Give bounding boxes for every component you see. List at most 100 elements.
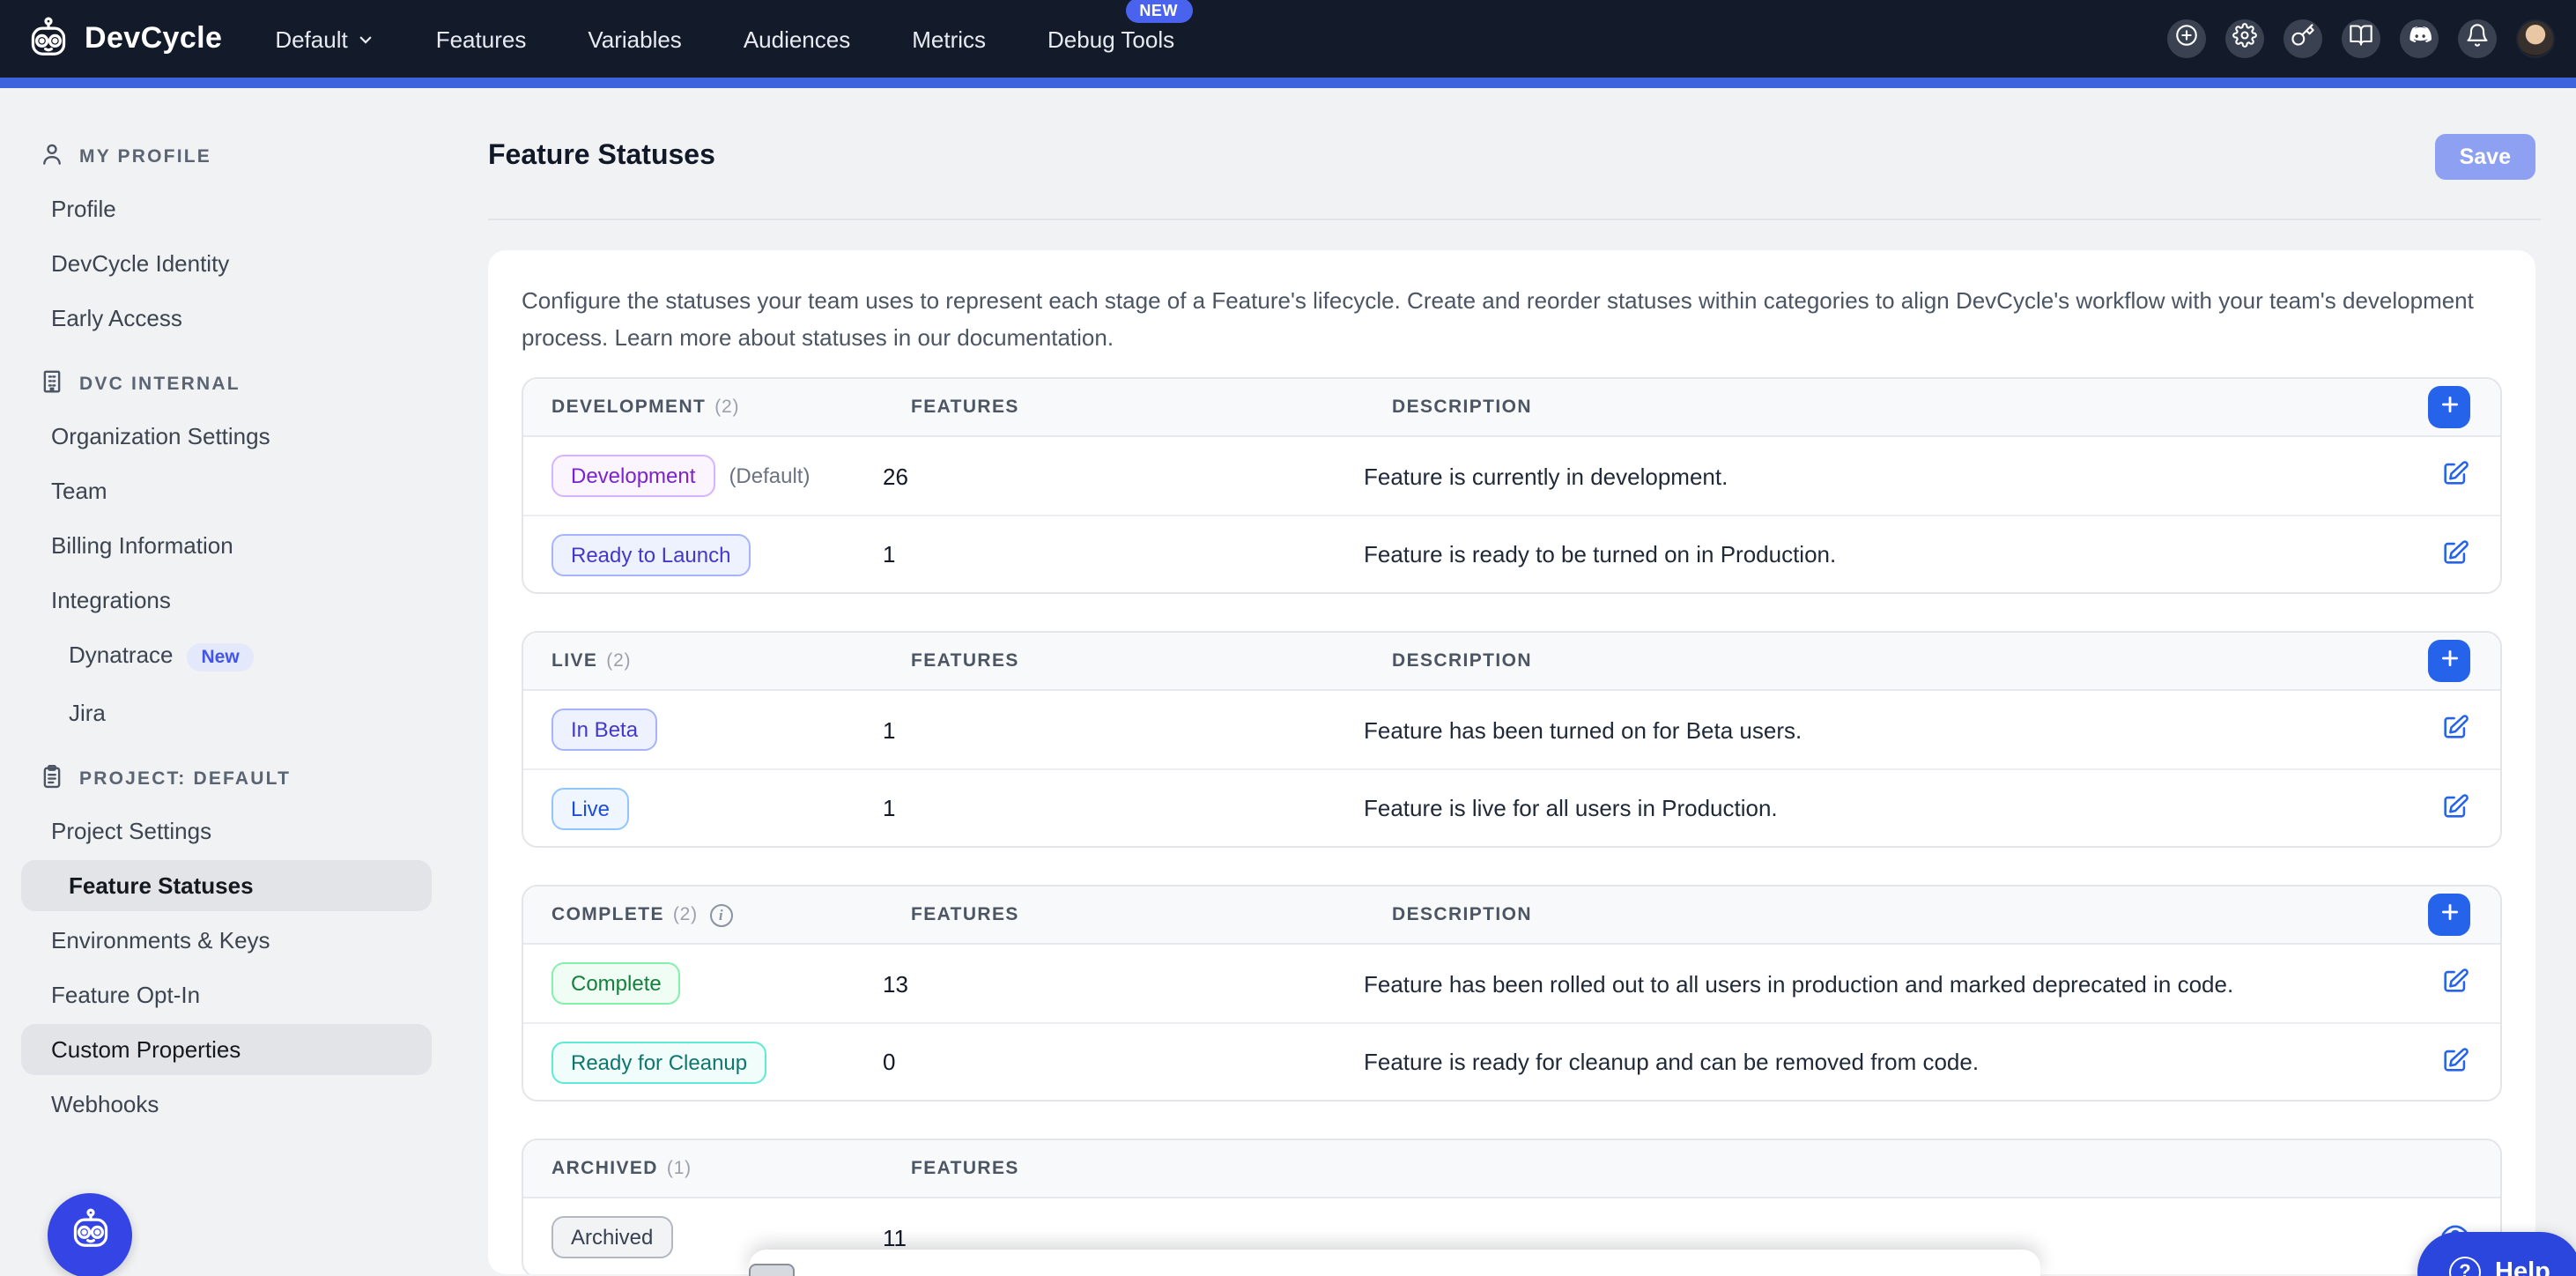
new-badge: NEW bbox=[1125, 0, 1192, 22]
status-description: Feature is live for all users in Product… bbox=[1364, 795, 2391, 821]
nav-org-switcher[interactable]: Default bbox=[275, 26, 374, 52]
table-header-row: COMPLETE(2) i FEATURES DESCRIPTION bbox=[523, 887, 2500, 945]
create-button[interactable] bbox=[2167, 19, 2206, 58]
feature-count: 1 bbox=[883, 795, 1364, 821]
nav-debug-tools[interactable]: Debug Tools NEW bbox=[1047, 26, 1174, 52]
description-column-header: DESCRIPTION bbox=[1364, 397, 2391, 418]
status-row: Development (Default) 26 Feature is curr… bbox=[523, 437, 2500, 515]
status-description: Feature is ready for cleanup and can be … bbox=[1364, 1049, 2391, 1075]
sidebar-item-team[interactable]: Team bbox=[21, 465, 432, 516]
plus-icon bbox=[2438, 901, 2461, 929]
intro-text: Configure the statuses your team uses to… bbox=[522, 282, 2502, 356]
feature-count: 11 bbox=[883, 1224, 1364, 1250]
status-description: Feature has been rolled out to all users… bbox=[1364, 970, 2391, 997]
documentation-button[interactable] bbox=[2342, 19, 2380, 58]
edit-status-button[interactable] bbox=[2440, 537, 2470, 572]
chevron-down-icon bbox=[359, 26, 374, 52]
bottom-panel-handle[interactable] bbox=[749, 1264, 795, 1276]
question-mark-icon: ? bbox=[2449, 1257, 2481, 1276]
default-label: (Default) bbox=[729, 464, 810, 488]
sidebar-section-dvc-internal: DVC INTERNAL Organization Settings Team … bbox=[0, 368, 449, 738]
main-content: Feature Statuses Save Configure the stat… bbox=[449, 88, 2576, 1276]
edit-status-button[interactable] bbox=[2440, 1044, 2470, 1079]
devcycle-logo[interactable]: DevCycle bbox=[25, 15, 222, 63]
feature-count: 0 bbox=[883, 1049, 1364, 1075]
feature-count: 13 bbox=[883, 970, 1364, 997]
plus-icon bbox=[2438, 647, 2461, 675]
settings-sidebar: MY PROFILE Profile DevCycle Identity Ear… bbox=[0, 88, 449, 1276]
nav-metrics[interactable]: Metrics bbox=[912, 26, 986, 52]
status-row: Ready to Launch 1 Feature is ready to be… bbox=[523, 515, 2500, 592]
status-row: Complete 13 Feature has been rolled out … bbox=[523, 945, 2500, 1022]
edit-status-button[interactable] bbox=[2440, 458, 2470, 493]
plus-circle-icon bbox=[2174, 22, 2199, 56]
sidebar-item-dynatrace[interactable]: DynatraceNew bbox=[21, 629, 432, 684]
gear-icon bbox=[2232, 22, 2257, 56]
feature-statuses-card: Configure the statuses your team uses to… bbox=[488, 250, 2535, 1274]
sidebar-item-profile[interactable]: Profile bbox=[21, 183, 432, 234]
edit-status-button[interactable] bbox=[2440, 712, 2470, 747]
feature-count: 26 bbox=[883, 463, 1364, 489]
sidebar-item-integrations[interactable]: Integrations bbox=[21, 575, 432, 626]
sidebar-item-feature-statuses[interactable]: Feature Statuses bbox=[21, 860, 432, 911]
feature-count: 1 bbox=[883, 716, 1364, 743]
key-icon bbox=[2291, 22, 2315, 56]
category-header: ARCHIVED(1) bbox=[523, 1158, 883, 1179]
edit-pencil-icon bbox=[2440, 712, 2470, 747]
user-avatar[interactable] bbox=[2516, 19, 2555, 58]
discord-icon bbox=[2407, 22, 2432, 56]
brand-name: DevCycle bbox=[85, 21, 222, 56]
help-button[interactable]: ? Help bbox=[2417, 1232, 2576, 1276]
info-icon[interactable]: i bbox=[710, 903, 733, 926]
features-column-header: FEATURES bbox=[883, 397, 1364, 418]
edit-status-button[interactable] bbox=[2440, 966, 2470, 1001]
clipboard-icon bbox=[39, 763, 65, 795]
nav-variables[interactable]: Variables bbox=[588, 26, 681, 52]
accent-bar bbox=[0, 78, 2576, 88]
discord-button[interactable] bbox=[2400, 19, 2439, 58]
status-badge: Archived bbox=[551, 1216, 672, 1258]
status-badge: In Beta bbox=[551, 708, 657, 751]
sidebar-item-feature-opt-in[interactable]: Feature Opt-In bbox=[21, 969, 432, 1020]
settings-button[interactable] bbox=[2225, 19, 2264, 58]
sidebar-item-environments-keys[interactable]: Environments & Keys bbox=[21, 915, 432, 966]
add-status-button[interactable] bbox=[2428, 386, 2470, 428]
notifications-button[interactable] bbox=[2458, 19, 2497, 58]
bottom-panel-edge bbox=[749, 1250, 2040, 1276]
help-label: Help bbox=[2495, 1258, 2550, 1276]
status-badge: Complete bbox=[551, 962, 681, 1005]
sidebar-header-dvc-internal: DVC INTERNAL bbox=[0, 368, 449, 407]
book-icon bbox=[2349, 22, 2373, 56]
building-icon bbox=[39, 368, 65, 400]
api-keys-button[interactable] bbox=[2284, 19, 2322, 58]
nav-audiences[interactable]: Audiences bbox=[744, 26, 850, 52]
sidebar-item-project-settings[interactable]: Project Settings bbox=[21, 805, 432, 857]
sidebar-item-devcycle-identity[interactable]: DevCycle Identity bbox=[21, 238, 432, 289]
add-status-button[interactable] bbox=[2428, 640, 2470, 682]
sidebar-item-jira[interactable]: Jira bbox=[21, 687, 432, 738]
topbar-actions bbox=[2167, 19, 2555, 58]
sidebar-item-billing-information[interactable]: Billing Information bbox=[21, 520, 432, 571]
devcycle-assistant-button[interactable] bbox=[48, 1193, 132, 1276]
add-status-button[interactable] bbox=[2428, 894, 2470, 936]
status-row: Ready for Cleanup 0 Feature is ready for… bbox=[523, 1022, 2500, 1100]
category-header: LIVE(2) bbox=[523, 650, 883, 671]
sidebar-section-my-profile: MY PROFILE Profile DevCycle Identity Ear… bbox=[0, 141, 449, 344]
sidebar-item-early-access[interactable]: Early Access bbox=[21, 293, 432, 344]
category-header: COMPLETE(2) i bbox=[523, 903, 883, 926]
edit-status-button[interactable] bbox=[2440, 790, 2470, 826]
save-button[interactable]: Save bbox=[2435, 134, 2535, 180]
new-badge: New bbox=[188, 643, 254, 671]
sidebar-item-webhooks[interactable]: Webhooks bbox=[21, 1079, 432, 1130]
page-header: Feature Statuses Save bbox=[488, 134, 2535, 180]
sidebar-item-organization-settings[interactable]: Organization Settings bbox=[21, 411, 432, 462]
plus-icon bbox=[2438, 393, 2461, 421]
table-header-row: ARCHIVED(1) FEATURES bbox=[523, 1140, 2500, 1198]
status-badge: Live bbox=[551, 787, 629, 829]
sidebar-item-custom-properties[interactable]: Custom Properties bbox=[21, 1024, 432, 1075]
features-column-header: FEATURES bbox=[883, 1158, 1364, 1179]
description-column-header: DESCRIPTION bbox=[1364, 904, 2391, 925]
nav-features[interactable]: Features bbox=[436, 26, 527, 52]
sidebar-section-project-default: PROJECT: DEFAULT Project Settings Featur… bbox=[0, 763, 449, 1130]
primary-nav: Default Features Variables Audiences Met… bbox=[275, 26, 1174, 52]
